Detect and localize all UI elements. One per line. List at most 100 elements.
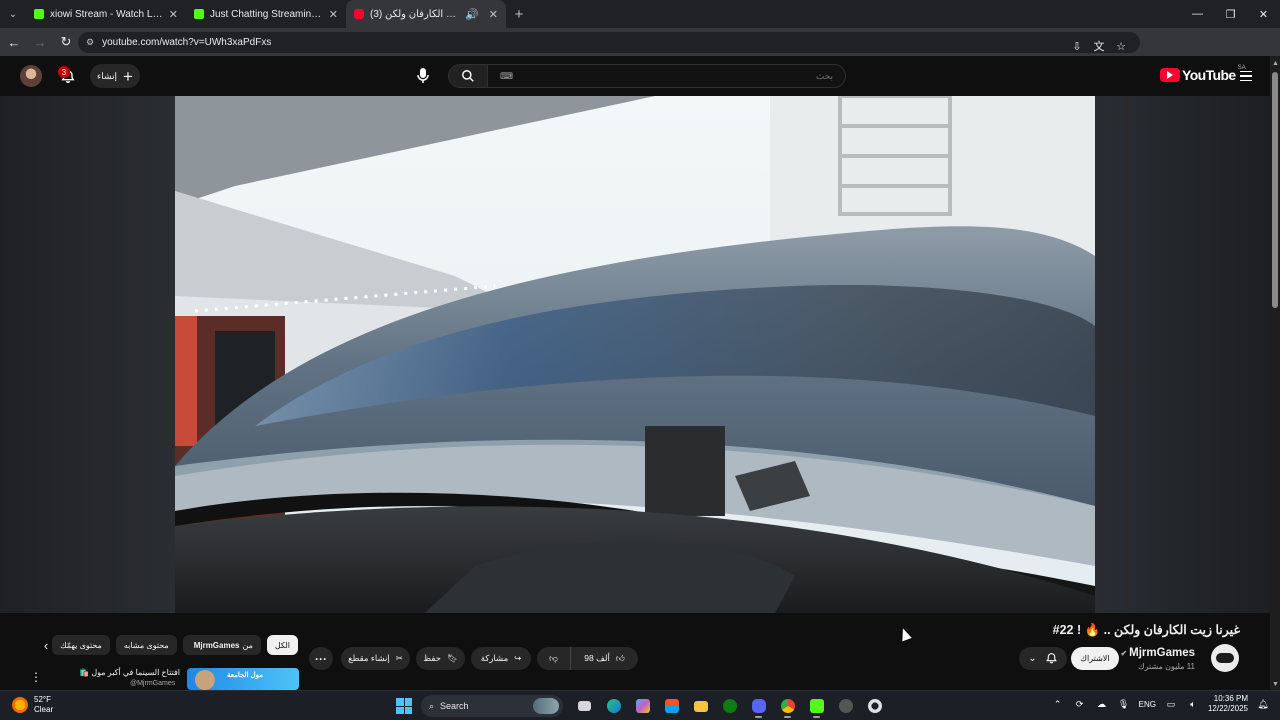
date: 12/22/2025 bbox=[1207, 704, 1248, 713]
more-actions-button[interactable]: ··· bbox=[309, 647, 333, 670]
share-button[interactable]: مشاركة ↪ bbox=[471, 647, 531, 670]
chevron-down-icon: ⌄ bbox=[1028, 653, 1037, 664]
chrome-icon[interactable] bbox=[775, 694, 800, 718]
avatar[interactable] bbox=[20, 65, 42, 87]
scroll-up-icon[interactable]: ▲ bbox=[1272, 60, 1279, 67]
windows-taskbar: 52°F Clear ⌕ Search ⌃ ⟳ ☁ 🎙︎ ENG ▭ 🔈︎ 10… bbox=[0, 690, 1280, 720]
kick-icon bbox=[194, 9, 204, 19]
discord-icon[interactable] bbox=[746, 694, 771, 718]
rec-title: افتتاح السينما في أكبر مول 🛍️ bbox=[79, 668, 180, 677]
url-text: youtube.com/watch?v=UWh3xaPdFxs bbox=[102, 37, 272, 48]
save-button[interactable]: حفظ 🔖︎ bbox=[416, 647, 465, 670]
ambient-glow-right bbox=[1095, 96, 1270, 613]
keyboard-icon[interactable]: ⌨ bbox=[500, 71, 513, 82]
verified-icon: ✔ bbox=[1120, 649, 1128, 658]
file-explorer-icon[interactable] bbox=[688, 694, 713, 718]
reload-icon[interactable]: ↻ bbox=[54, 28, 78, 56]
scroll-down-icon[interactable]: ▼ bbox=[1272, 681, 1279, 688]
bell-icon bbox=[1045, 653, 1057, 664]
browser-toolbar: ← → ↻ ⚙ youtube.com/watch?v=UWh3xaPdFxs … bbox=[0, 28, 1280, 81]
dislike-button[interactable]: 👎︎ bbox=[537, 647, 571, 670]
channel-name[interactable]: ✔ MjrmGames bbox=[1120, 647, 1195, 659]
clock[interactable]: 10:36 PM 12/22/2025 bbox=[1208, 694, 1248, 714]
xbox-icon[interactable] bbox=[717, 694, 742, 718]
rec-thumb-text: مول الجامعة bbox=[227, 672, 264, 679]
volume-icon[interactable]: 🔈︎ bbox=[1186, 699, 1200, 710]
video-frame bbox=[175, 96, 1095, 613]
chip-from-channel-name: MjrmGames bbox=[193, 640, 240, 650]
rec-thumbnail[interactable]: مول الجامعة bbox=[187, 668, 299, 690]
settings-gear-icon[interactable] bbox=[862, 694, 887, 718]
subscribe-button[interactable]: الاشتراك bbox=[1071, 647, 1119, 670]
create-button[interactable]: إنشاء + bbox=[90, 64, 140, 88]
browser-tab-kick-2[interactable]: Just Chatting Streaming - Live ✕ bbox=[186, 0, 346, 28]
rec-menu-icon[interactable]: ⋮ bbox=[30, 670, 42, 684]
close-tab-icon[interactable]: ✕ bbox=[169, 8, 178, 21]
microphone-icon[interactable]: 🎙︎ bbox=[1117, 699, 1131, 710]
rec-channel: @MjrmGames bbox=[130, 680, 176, 687]
back-icon[interactable]: ← bbox=[2, 28, 26, 56]
clip-button[interactable]: إنشاء مقطع ✂ bbox=[341, 647, 410, 670]
taskbar-search[interactable]: ⌕ Search bbox=[421, 695, 563, 717]
search-input[interactable] bbox=[713, 71, 833, 81]
forward-icon[interactable]: → bbox=[28, 28, 52, 56]
voice-search-mic-icon[interactable] bbox=[412, 65, 434, 87]
search-button[interactable] bbox=[448, 64, 488, 88]
page-scrollbar[interactable]: ▲ ▼ bbox=[1270, 56, 1280, 690]
video-player[interactable] bbox=[175, 96, 1095, 613]
bookmark-star-icon[interactable]: ☆ bbox=[1110, 36, 1132, 56]
address-bar[interactable]: ⚙ youtube.com/watch?v=UWh3xaPdFxs ⇩ 文 ☆ bbox=[78, 32, 1140, 53]
scrollbar-thumb[interactable] bbox=[1272, 72, 1278, 308]
chevron-left-icon[interactable]: ‹ bbox=[38, 635, 54, 655]
weather-widget[interactable]: 52°F Clear bbox=[12, 695, 53, 715]
language-indicator[interactable]: ENG bbox=[1139, 700, 1156, 709]
tab-search-icon[interactable]: ⌄ bbox=[0, 0, 26, 28]
sync-icon[interactable]: ⟳ bbox=[1073, 699, 1087, 710]
close-tab-icon[interactable]: ✕ bbox=[489, 8, 498, 21]
tray-overflow-chevron-icon[interactable]: ⌃ bbox=[1051, 699, 1065, 710]
cloud-icon[interactable]: ☁ bbox=[1095, 699, 1109, 710]
kick-app-icon[interactable] bbox=[804, 694, 829, 718]
speaker-icon[interactable]: 🔊 bbox=[465, 8, 479, 21]
network-icon[interactable]: ▭ bbox=[1164, 699, 1178, 710]
browser-tab-youtube[interactable]: (3) غيرنا زيت الكارفان ولكن .. 🔊 ✕ bbox=[346, 0, 506, 28]
weather-text: 52°F Clear bbox=[34, 695, 53, 715]
chip-for-you[interactable]: محتوى يهمّك bbox=[52, 635, 110, 655]
chip-from-channel[interactable]: من MjrmGames bbox=[182, 635, 261, 655]
app-icon[interactable] bbox=[833, 694, 858, 718]
store-icon[interactable] bbox=[659, 694, 684, 718]
copilot-icon[interactable] bbox=[630, 694, 655, 718]
search-icon bbox=[462, 70, 474, 82]
install-icon[interactable]: ⇩ bbox=[1066, 36, 1088, 56]
translate-icon[interactable]: 文 bbox=[1088, 36, 1110, 56]
plus-icon: + bbox=[123, 66, 133, 86]
guide-menu-icon[interactable] bbox=[1236, 66, 1256, 86]
create-label: إنشاء bbox=[97, 70, 118, 81]
save-label: حفظ bbox=[423, 653, 441, 663]
site-info-icon[interactable]: ⚙ bbox=[86, 37, 94, 48]
logo-text: YouTube bbox=[1182, 67, 1236, 83]
channel-avatar[interactable] bbox=[1211, 644, 1239, 672]
video-player-area bbox=[0, 96, 1270, 613]
thumbs-down-icon: 👎︎ bbox=[549, 653, 558, 663]
browser-tab-kick-1[interactable]: xiowi Stream - Watch Live on Ki ✕ bbox=[26, 0, 186, 28]
recommended-video[interactable]: ⋮ افتتاح السينما في أكبر مول 🛍️ @MjrmGam… bbox=[30, 667, 300, 690]
close-window-icon[interactable]: ✕ bbox=[1247, 0, 1280, 28]
new-tab-button[interactable]: + bbox=[506, 0, 532, 28]
notification-count-badge: 3 bbox=[58, 66, 70, 78]
minimize-icon[interactable]: — bbox=[1181, 0, 1214, 28]
bookmark-icon: 🔖︎ bbox=[446, 653, 458, 663]
edge-icon[interactable] bbox=[601, 694, 626, 718]
close-tab-icon[interactable]: ✕ bbox=[329, 8, 338, 21]
maximize-icon[interactable]: ❐ bbox=[1214, 0, 1247, 28]
youtube-logo[interactable]: YouTube SA bbox=[1160, 65, 1246, 83]
task-view-icon[interactable] bbox=[572, 694, 597, 718]
like-button[interactable]: 98 ألف 👍︎ bbox=[571, 647, 638, 670]
share-arrow-icon: ↪ bbox=[514, 653, 522, 663]
start-button-windows-icon[interactable] bbox=[396, 698, 412, 714]
recommendation-chips: الكل من MjrmGames محتوى مشابه محتوى يهمّك bbox=[52, 635, 298, 655]
notification-center-icon[interactable]: 🔔︎ bbox=[1256, 699, 1270, 710]
chip-related[interactable]: محتوى مشابه bbox=[115, 635, 177, 655]
subscription-bell-button[interactable]: ⌄ bbox=[1019, 647, 1067, 670]
chip-all[interactable]: الكل bbox=[266, 635, 298, 655]
